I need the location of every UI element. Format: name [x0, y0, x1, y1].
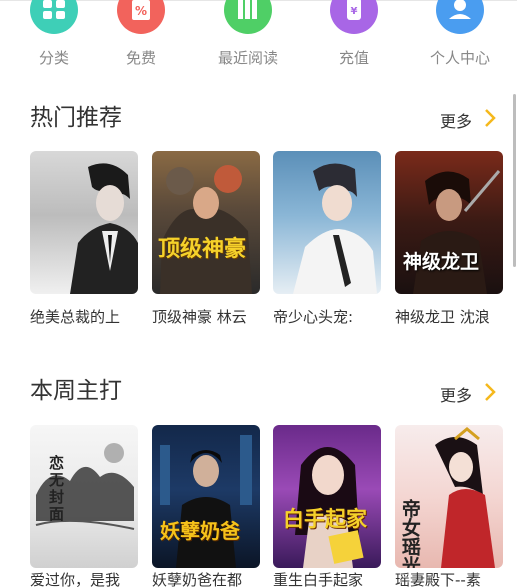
book-cover: 白手起家: [273, 425, 381, 568]
weekly-section-title: 本周主打: [30, 378, 122, 404]
book-cover: 帝女瑶光: [395, 425, 503, 568]
book-cover: 恋无封面: [30, 425, 138, 568]
nav-label: 个人中心: [429, 49, 490, 67]
more-label: 更多: [440, 112, 473, 131]
book-title: 帝少心头宠:: [273, 308, 354, 326]
user-icon: [436, 0, 484, 34]
book-title: 重生白手起家: [273, 571, 364, 588]
nav-label: 分类: [38, 49, 69, 67]
book-cover: [273, 151, 381, 294]
hot-more-link[interactable]: 更多: [440, 108, 496, 132]
book-title: 爱过你，是我: [30, 571, 121, 588]
book-title: 顶级神豪 林云: [152, 308, 247, 326]
book-title: 绝美总裁的上: [30, 308, 121, 326]
cover-title: 妖孽奶爸: [160, 519, 240, 543]
nav-label: 免费: [125, 49, 156, 67]
book-title: 妖孽奶爸在都: [152, 571, 243, 588]
scrollbar[interactable]: [513, 94, 516, 267]
cover-title: 神级龙卫: [403, 251, 480, 273]
book-cover: 妖孽奶爸: [152, 425, 260, 568]
svg-text:%: %: [135, 4, 147, 18]
cover-title: 恋无封面: [47, 455, 65, 523]
percent-tag-icon: %: [117, 0, 165, 34]
nav-label: 最近阅读: [217, 49, 278, 67]
cover-title: 顶级神豪: [158, 236, 247, 262]
chevron-right-icon: [485, 109, 496, 127]
book-cover: 顶级神豪: [152, 151, 260, 294]
grid-icon: [30, 0, 78, 34]
svg-text:¥: ¥: [351, 6, 358, 17]
nav-label: 充值: [338, 49, 369, 67]
quick-nav: 分类 % 免费 最近阅读 ¥ 充值 个人中心: [0, 0, 517, 80]
cover-title: 白手起家: [283, 506, 367, 531]
hot-section-title: 热门推荐: [30, 105, 122, 131]
book-cover: [30, 151, 138, 294]
cover-title: 帝女瑶光: [398, 499, 421, 568]
weekly-more-link[interactable]: 更多: [440, 382, 496, 406]
chevron-right-icon: [485, 383, 496, 401]
more-label: 更多: [440, 386, 473, 405]
book-title: 神级龙卫 沈浪: [395, 308, 490, 326]
money-bag-icon: ¥: [330, 0, 378, 34]
books-icon: [224, 0, 272, 34]
book-cover: 神级龙卫: [395, 151, 503, 294]
book-title: 瑶妻殿下--素: [395, 571, 481, 588]
